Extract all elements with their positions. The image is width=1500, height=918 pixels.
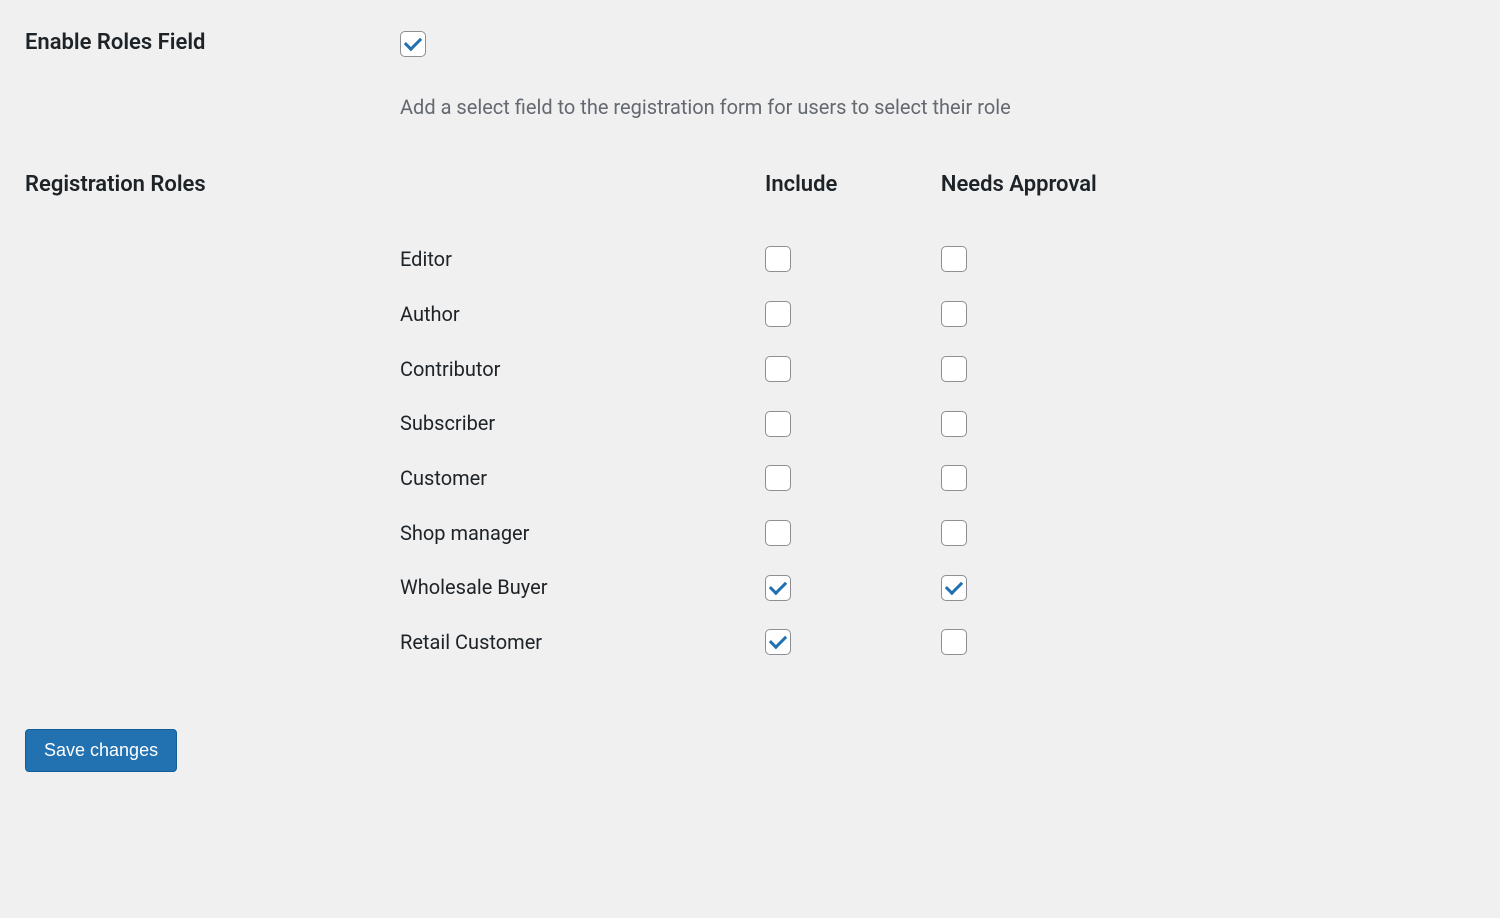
- include-checkbox[interactable]: [765, 465, 791, 491]
- table-row: Shop manager: [400, 505, 1320, 560]
- approval-cell: [941, 396, 1320, 451]
- approval-checkbox[interactable]: [941, 301, 967, 327]
- approval-cell: [941, 232, 1320, 287]
- include-checkbox[interactable]: [765, 301, 791, 327]
- role-name: Retail Customer: [400, 615, 765, 670]
- registration-roles-section: Registration Roles Include Needs Approva…: [25, 172, 1475, 670]
- approval-checkbox[interactable]: [941, 411, 967, 437]
- include-cell: [765, 286, 941, 341]
- enable-roles-description: Add a select field to the registration f…: [400, 92, 1475, 122]
- include-checkbox[interactable]: [765, 575, 791, 601]
- include-cell: [765, 341, 941, 396]
- approval-cell: [941, 615, 1320, 670]
- table-row: Contributor: [400, 341, 1320, 396]
- enable-roles-label: Enable Roles Field: [25, 30, 400, 55]
- include-cell: [765, 560, 941, 615]
- approval-cell: [941, 286, 1320, 341]
- save-button[interactable]: Save changes: [25, 729, 177, 772]
- include-cell: [765, 232, 941, 287]
- table-row: Author: [400, 286, 1320, 341]
- role-name: Shop manager: [400, 505, 765, 560]
- table-row: Wholesale Buyer: [400, 560, 1320, 615]
- registration-roles-label: Registration Roles: [25, 172, 400, 197]
- approval-checkbox[interactable]: [941, 520, 967, 546]
- enable-roles-field: Add a select field to the registration f…: [400, 30, 1475, 122]
- approval-cell: [941, 451, 1320, 506]
- enable-roles-row: Enable Roles Field Add a select field to…: [25, 30, 1475, 122]
- roles-table-wrapper: Include Needs Approval EditorAuthorContr…: [400, 172, 1475, 670]
- role-name: Contributor: [400, 341, 765, 396]
- column-header-include: Include: [765, 172, 941, 232]
- role-name: Editor: [400, 232, 765, 287]
- table-row: Subscriber: [400, 396, 1320, 451]
- role-name: Wholesale Buyer: [400, 560, 765, 615]
- approval-cell: [941, 505, 1320, 560]
- role-name: Author: [400, 286, 765, 341]
- role-name: Customer: [400, 451, 765, 506]
- table-row: Customer: [400, 451, 1320, 506]
- approval-checkbox[interactable]: [941, 465, 967, 491]
- table-row: Editor: [400, 232, 1320, 287]
- include-checkbox[interactable]: [765, 629, 791, 655]
- approval-checkbox[interactable]: [941, 246, 967, 272]
- role-name: Subscriber: [400, 396, 765, 451]
- approval-checkbox[interactable]: [941, 629, 967, 655]
- approval-cell: [941, 560, 1320, 615]
- enable-roles-checkbox[interactable]: [400, 31, 426, 57]
- column-header-role: [400, 172, 765, 232]
- include-checkbox[interactable]: [765, 520, 791, 546]
- include-cell: [765, 505, 941, 560]
- include-checkbox[interactable]: [765, 246, 791, 272]
- approval-checkbox[interactable]: [941, 356, 967, 382]
- column-header-approval: Needs Approval: [941, 172, 1320, 232]
- include-checkbox[interactable]: [765, 356, 791, 382]
- approval-checkbox[interactable]: [941, 575, 967, 601]
- include-cell: [765, 451, 941, 506]
- include-cell: [765, 396, 941, 451]
- approval-cell: [941, 341, 1320, 396]
- include-checkbox[interactable]: [765, 411, 791, 437]
- roles-table: Include Needs Approval EditorAuthorContr…: [400, 172, 1320, 670]
- include-cell: [765, 615, 941, 670]
- table-row: Retail Customer: [400, 615, 1320, 670]
